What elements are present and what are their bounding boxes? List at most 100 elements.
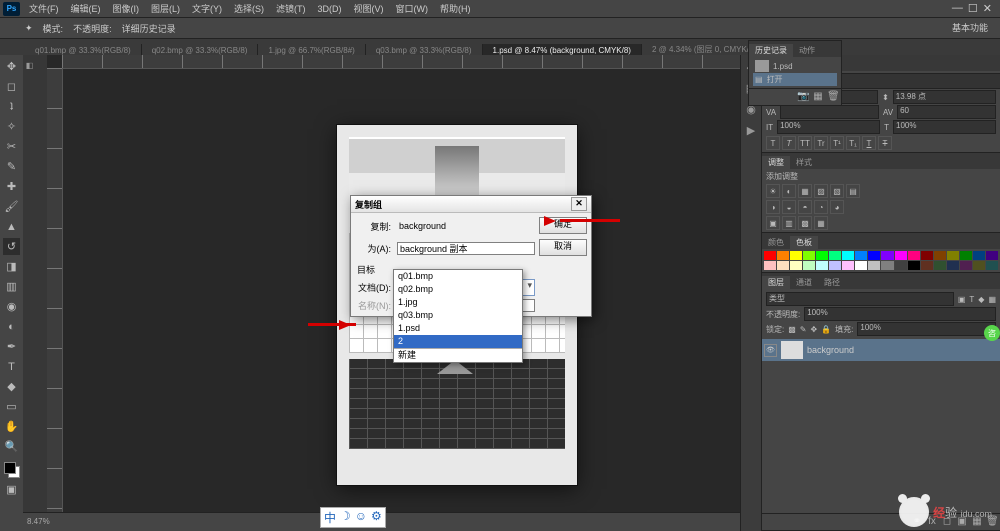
kerning-field[interactable]: [780, 105, 879, 119]
zoom-readout[interactable]: 8.47%: [27, 517, 50, 526]
ime-moon-icon[interactable]: ☽: [340, 509, 351, 526]
tracking-field[interactable]: 60: [897, 105, 996, 119]
shape-tool-icon[interactable]: ▭: [3, 398, 20, 415]
dropdown-option[interactable]: q03.bmp: [394, 309, 522, 322]
history-snapshot[interactable]: 1.psd: [753, 59, 837, 73]
menu-type[interactable]: 文字(Y): [186, 2, 228, 15]
heal-tool-icon[interactable]: ✚: [3, 178, 20, 195]
visibility-eye-icon[interactable]: 👁: [764, 344, 777, 357]
dodge-tool-icon[interactable]: ◐: [3, 318, 20, 335]
swatch[interactable]: [934, 251, 946, 260]
adjust-row3[interactable]: ▣▥▩▦: [766, 216, 996, 230]
tab-layers[interactable]: 图层: [762, 276, 790, 289]
swatch[interactable]: [777, 261, 789, 270]
delete-state-icon[interactable]: 🗑: [827, 91, 839, 103]
stamp-tool-icon[interactable]: ▲: [3, 218, 20, 235]
swatch-grid[interactable]: [762, 249, 1000, 272]
swatch[interactable]: [986, 251, 998, 260]
swatch[interactable]: [816, 261, 828, 270]
as-input[interactable]: [397, 242, 535, 255]
menu-layer[interactable]: 图层(L): [145, 2, 186, 15]
swatch[interactable]: [868, 261, 880, 270]
ime-gear-icon[interactable]: ⚙: [371, 509, 382, 526]
swatch[interactable]: [895, 251, 907, 260]
tab-color[interactable]: 颜色: [762, 236, 790, 249]
swatch[interactable]: [777, 251, 789, 260]
menu-edit[interactable]: 编辑(E): [65, 2, 107, 15]
tab-actions[interactable]: 动作: [793, 44, 821, 57]
swatch[interactable]: [842, 251, 854, 260]
swatch[interactable]: [816, 251, 828, 260]
lasso-tool-icon[interactable]: ʇ: [3, 98, 20, 115]
swatch[interactable]: [829, 251, 841, 260]
leading-field[interactable]: 13.98 点: [893, 90, 996, 104]
dropdown-option[interactable]: 1.jpg: [394, 296, 522, 309]
menu-select[interactable]: 选择(S): [228, 2, 270, 15]
dropdown-option-highlighted[interactable]: 2: [394, 335, 522, 348]
quickmask-icon[interactable]: ▣: [3, 481, 20, 498]
crop-tool-icon[interactable]: ✂: [3, 138, 20, 155]
assist-badge-icon[interactable]: 咨: [984, 325, 1000, 341]
swatch[interactable]: [868, 251, 880, 260]
dropdown-option[interactable]: q01.bmp: [394, 270, 522, 283]
adjust-row1[interactable]: ☀◐▦▨▧▤: [766, 184, 996, 198]
dropdown-option[interactable]: 1.psd: [394, 322, 522, 335]
layer-fill-field[interactable]: 100%: [857, 322, 996, 336]
hscale-field[interactable]: 100%: [893, 120, 996, 134]
ime-smile-icon[interactable]: ☺: [355, 509, 367, 526]
swatch[interactable]: [947, 251, 959, 260]
swatch[interactable]: [947, 261, 959, 270]
window-maximize-icon[interactable]: ☐: [968, 2, 978, 15]
fg-bg-swatch[interactable]: [4, 462, 20, 478]
menu-window[interactable]: 窗口(W): [390, 2, 435, 15]
swatch[interactable]: [934, 261, 946, 270]
gradient-tool-icon[interactable]: ▥: [3, 278, 20, 295]
ime-bar[interactable]: 中 ☽ ☺ ⚙: [320, 507, 386, 528]
ime-lang-icon[interactable]: 中: [324, 509, 336, 526]
swatch[interactable]: [764, 251, 776, 260]
tab-adjustments[interactable]: 调整: [762, 156, 790, 169]
tab-channels[interactable]: 通道: [790, 276, 818, 289]
new-snapshot-icon[interactable]: 📷: [797, 91, 809, 103]
marquee-tool-icon[interactable]: ◻: [3, 78, 20, 95]
swatch[interactable]: [908, 251, 920, 260]
pen-tool-icon[interactable]: ✒: [3, 338, 20, 355]
history-brush-tool-icon[interactable]: ↺: [3, 238, 20, 255]
swatch[interactable]: [908, 261, 920, 270]
cancel-button[interactable]: 取消: [539, 239, 587, 256]
eraser-tool-icon[interactable]: ◨: [3, 258, 20, 275]
swatch[interactable]: [986, 261, 998, 270]
swatch[interactable]: [881, 261, 893, 270]
new-doc-icon[interactable]: ▦: [812, 91, 824, 103]
swatch[interactable]: [790, 261, 802, 270]
menu-3d[interactable]: 3D(D): [312, 4, 348, 14]
swatch[interactable]: [855, 251, 867, 260]
eyedropper-tool-icon[interactable]: ✎: [3, 158, 20, 175]
menu-file[interactable]: 文件(F): [23, 2, 65, 15]
history-step[interactable]: ▤打开: [753, 73, 837, 86]
dialog-close-button[interactable]: ✕: [571, 197, 587, 211]
window-minimize-icon[interactable]: —: [952, 2, 963, 15]
collapsed-panel-dock[interactable]: ◧: [23, 55, 48, 515]
window-close-icon[interactable]: ✕: [983, 2, 992, 15]
layer-kind-filter[interactable]: 类型: [766, 292, 954, 306]
menu-help[interactable]: 帮助(H): [434, 2, 477, 15]
dropdown-option-new[interactable]: 新建: [394, 348, 522, 362]
swatch[interactable]: [881, 251, 893, 260]
swatch[interactable]: [803, 251, 815, 260]
zoom-tool-icon[interactable]: 🔍: [3, 438, 20, 455]
swatch[interactable]: [895, 261, 907, 270]
path-select-tool-icon[interactable]: ◆: [3, 378, 20, 395]
tab-history[interactable]: 历史记录: [749, 44, 793, 57]
dropdown-option[interactable]: q02.bmp: [394, 283, 522, 296]
swatch[interactable]: [842, 261, 854, 270]
swatch[interactable]: [803, 261, 815, 270]
swatch[interactable]: [829, 261, 841, 270]
tab-paths[interactable]: 路径: [818, 276, 846, 289]
tab-styles[interactable]: 样式: [790, 156, 818, 169]
brush-tool-icon[interactable]: 🖌: [3, 198, 20, 215]
swatch[interactable]: [764, 261, 776, 270]
hand-tool-icon[interactable]: ✋: [3, 418, 20, 435]
magic-wand-tool-icon[interactable]: ✧: [3, 118, 20, 135]
document-dropdown-list[interactable]: q01.bmp q02.bmp 1.jpg q03.bmp 1.psd 2 新建: [393, 269, 523, 363]
